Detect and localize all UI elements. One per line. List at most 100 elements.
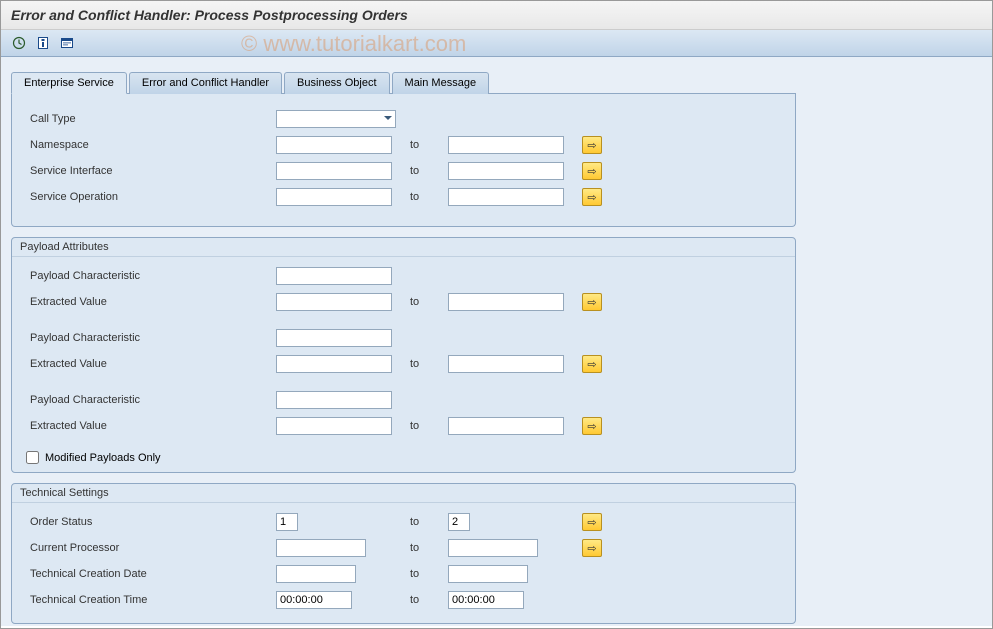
label-call-type: Call Type <box>26 113 276 125</box>
to-label: to <box>410 516 430 528</box>
more-service-operation[interactable]: ⇨ <box>582 188 602 206</box>
more-service-interface[interactable]: ⇨ <box>582 162 602 180</box>
arrow-right-icon: ⇨ <box>587 420 596 433</box>
label-tech-date: Technical Creation Date <box>26 568 276 580</box>
label-payload-char: Payload Characteristic <box>26 394 276 406</box>
input-tech-date-from[interactable] <box>276 565 356 583</box>
input-payload-char-3[interactable] <box>276 391 392 409</box>
label-tech-time: Technical Creation Time <box>26 594 276 606</box>
more-extracted-3[interactable]: ⇨ <box>582 417 602 435</box>
label-extracted-value: Extracted Value <box>26 420 276 432</box>
tab-business-object[interactable]: Business Object <box>284 72 389 94</box>
payload-block-2: Payload Characteristic Extracted Value t… <box>26 327 781 375</box>
group-payload-attributes: Payload Attributes Payload Characteristi… <box>11 237 796 473</box>
arrow-right-icon: ⇨ <box>587 296 596 309</box>
input-service-interface-to[interactable] <box>448 162 564 180</box>
label-payload-char: Payload Characteristic <box>26 332 276 344</box>
group-title-payload: Payload Attributes <box>12 238 795 257</box>
to-label: to <box>410 358 430 370</box>
page-title: Error and Conflict Handler: Process Post… <box>11 7 982 23</box>
tab-container: Enterprise Service Error and Conflict Ha… <box>11 71 796 227</box>
input-tech-date-to[interactable] <box>448 565 528 583</box>
row-extracted-value-3: Extracted Value to ⇨ <box>26 415 781 437</box>
tab-enterprise-service[interactable]: Enterprise Service <box>11 72 127 94</box>
row-extracted-value-2: Extracted Value to ⇨ <box>26 353 781 375</box>
variant-icon <box>60 36 74 50</box>
label-extracted-value: Extracted Value <box>26 296 276 308</box>
more-current-processor[interactable]: ⇨ <box>582 539 602 557</box>
to-label: to <box>410 139 430 151</box>
input-extracted-from-2[interactable] <box>276 355 392 373</box>
label-service-operation: Service Operation <box>26 191 276 203</box>
to-label: to <box>410 594 430 606</box>
to-label: to <box>410 296 430 308</box>
arrow-right-icon: ⇨ <box>587 542 596 555</box>
row-payload-char-3: Payload Characteristic <box>26 389 781 411</box>
input-extracted-to-3[interactable] <box>448 417 564 435</box>
label-payload-char: Payload Characteristic <box>26 270 276 282</box>
input-tech-time-from[interactable] <box>276 591 352 609</box>
group-content-technical: Order Status to ⇨ Current Processor to ⇨… <box>12 503 795 623</box>
execute-button[interactable] <box>9 33 29 53</box>
arrow-right-icon: ⇨ <box>587 139 596 152</box>
arrow-right-icon: ⇨ <box>587 516 596 529</box>
input-extracted-to-1[interactable] <box>448 293 564 311</box>
info-icon <box>36 36 50 50</box>
input-namespace-to[interactable] <box>448 136 564 154</box>
row-modified-only: Modified Payloads Only <box>26 451 781 464</box>
row-payload-char-1: Payload Characteristic <box>26 265 781 287</box>
payload-block-1: Payload Characteristic Extracted Value t… <box>26 265 781 313</box>
group-technical-settings: Technical Settings Order Status to ⇨ Cur… <box>11 483 796 624</box>
variant-button[interactable] <box>57 33 77 53</box>
input-extracted-to-2[interactable] <box>448 355 564 373</box>
checkbox-modified-only[interactable] <box>26 451 39 464</box>
label-current-processor: Current Processor <box>26 542 276 554</box>
info-button[interactable] <box>33 33 53 53</box>
row-current-processor: Current Processor to ⇨ <box>26 537 781 559</box>
label-namespace: Namespace <box>26 139 276 151</box>
clock-execute-icon <box>12 36 26 50</box>
more-namespace[interactable]: ⇨ <box>582 136 602 154</box>
input-extracted-from-1[interactable] <box>276 293 392 311</box>
arrow-right-icon: ⇨ <box>587 358 596 371</box>
tab-main-message[interactable]: Main Message <box>392 72 490 94</box>
label-service-interface: Service Interface <box>26 165 276 177</box>
row-namespace: Namespace to ⇨ <box>26 134 781 156</box>
to-label: to <box>410 165 430 177</box>
input-order-status-from[interactable] <box>276 513 298 531</box>
row-payload-char-2: Payload Characteristic <box>26 327 781 349</box>
group-title-technical: Technical Settings <box>12 484 795 503</box>
input-extracted-from-3[interactable] <box>276 417 392 435</box>
arrow-right-icon: ⇨ <box>587 165 596 178</box>
arrow-right-icon: ⇨ <box>587 191 596 204</box>
to-label: to <box>410 542 430 554</box>
row-service-interface: Service Interface to ⇨ <box>26 160 781 182</box>
more-order-status[interactable]: ⇨ <box>582 513 602 531</box>
input-tech-time-to[interactable] <box>448 591 524 609</box>
more-extracted-1[interactable]: ⇨ <box>582 293 602 311</box>
tab-panel-enterprise-service: Call Type Namespace to ⇨ Service Interfa… <box>11 94 796 227</box>
more-extracted-2[interactable]: ⇨ <box>582 355 602 373</box>
input-current-processor-to[interactable] <box>448 539 538 557</box>
input-current-processor-from[interactable] <box>276 539 366 557</box>
input-namespace-from[interactable] <box>276 136 392 154</box>
tab-error-conflict-handler[interactable]: Error and Conflict Handler <box>129 72 282 94</box>
row-service-operation: Service Operation to ⇨ <box>26 186 781 208</box>
input-order-status-to[interactable] <box>448 513 470 531</box>
row-extracted-value-1: Extracted Value to ⇨ <box>26 291 781 313</box>
to-label: to <box>410 568 430 580</box>
group-content-payload: Payload Characteristic Extracted Value t… <box>12 257 795 472</box>
input-payload-char-2[interactable] <box>276 329 392 347</box>
main-content: Enterprise Service Error and Conflict Ha… <box>1 57 992 626</box>
label-extracted-value: Extracted Value <box>26 358 276 370</box>
dropdown-call-type[interactable] <box>276 110 396 128</box>
input-service-operation-to[interactable] <box>448 188 564 206</box>
to-label: to <box>410 420 430 432</box>
input-service-operation-from[interactable] <box>276 188 392 206</box>
input-service-interface-from[interactable] <box>276 162 392 180</box>
input-payload-char-1[interactable] <box>276 267 392 285</box>
to-label: to <box>410 191 430 203</box>
row-order-status: Order Status to ⇨ <box>26 511 781 533</box>
title-bar: Error and Conflict Handler: Process Post… <box>1 1 992 30</box>
row-tech-time: Technical Creation Time to <box>26 589 781 611</box>
